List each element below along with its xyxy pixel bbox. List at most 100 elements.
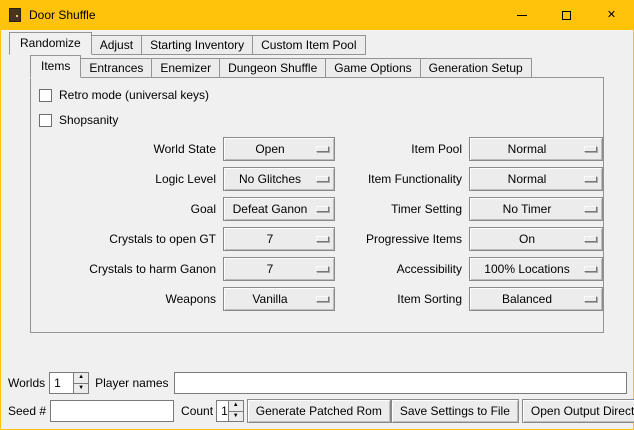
dropdown-indicator	[584, 176, 597, 182]
retro-mode-checkbox[interactable]	[39, 89, 52, 102]
minimize-icon	[517, 15, 527, 16]
world-state-dropdown[interactable]: Open	[223, 137, 335, 161]
dropdown-indicator	[584, 296, 597, 302]
weapons-dropdown[interactable]: Vanilla	[223, 287, 335, 311]
save-settings-button[interactable]: Save Settings to File	[391, 399, 519, 423]
logic-level-value: No Glitches	[224, 172, 316, 186]
item-functionality-label: Item Functionality	[342, 172, 462, 186]
item-sorting-value: Balanced	[470, 292, 584, 306]
accessibility-dropdown[interactable]: 100% Locations	[469, 257, 603, 281]
shopsanity-checkbox[interactable]	[39, 114, 52, 127]
dropdown-indicator	[584, 206, 597, 212]
crystals-harm-ganon-dropdown[interactable]: 7	[223, 257, 335, 281]
player-names-label: Player names	[95, 376, 168, 390]
titlebar[interactable]: Door Shuffle ✕	[0, 0, 634, 30]
item-sorting-dropdown[interactable]: Balanced	[469, 287, 603, 311]
tab-game-options[interactable]: Game Options	[325, 58, 420, 78]
accessibility-label: Accessibility	[342, 262, 462, 276]
close-button[interactable]: ✕	[589, 0, 634, 30]
dropdown-indicator	[584, 266, 597, 272]
seed-input[interactable]	[50, 400, 174, 422]
door-knob-icon	[16, 15, 18, 17]
close-icon: ✕	[607, 10, 616, 21]
crystals-harm-ganon-value: 7	[224, 262, 316, 276]
tab-randomize[interactable]: Randomize	[9, 32, 92, 55]
timer-setting-dropdown[interactable]: No Timer	[469, 197, 603, 221]
tab-starting-inventory[interactable]: Starting Inventory	[141, 35, 253, 55]
dropdown-indicator	[316, 236, 329, 242]
tab-dungeon-shuffle[interactable]: Dungeon Shuffle	[219, 58, 326, 78]
item-sorting-label: Item Sorting	[342, 292, 462, 306]
generate-patched-rom-button[interactable]: Generate Patched Rom	[247, 399, 391, 423]
items-panel: Retro mode (universal keys) Shopsanity W…	[30, 77, 604, 333]
weapons-label: Weapons	[39, 292, 216, 306]
item-functionality-dropdown[interactable]: Normal	[469, 167, 603, 191]
item-pool-value: Normal	[470, 142, 584, 156]
spin-up-icon[interactable]: ▲	[74, 373, 88, 383]
worlds-spin-buttons: ▲ ▼	[73, 373, 88, 393]
dropdown-indicator	[316, 266, 329, 272]
item-functionality-value: Normal	[470, 172, 584, 186]
options-grid: World State Open Item Pool Normal Logic …	[39, 137, 603, 311]
logic-level-label: Logic Level	[39, 172, 216, 186]
dropdown-indicator	[316, 176, 329, 182]
accessibility-value: 100% Locations	[470, 262, 584, 276]
crystals-open-gt-dropdown[interactable]: 7	[223, 227, 335, 251]
window-content: Randomize Adjust Starting Inventory Cust…	[1, 30, 633, 429]
spin-up-icon[interactable]: ▲	[229, 401, 243, 411]
goal-dropdown[interactable]: Defeat Ganon	[223, 197, 335, 221]
crystals-open-gt-label: Crystals to open GT	[39, 232, 216, 246]
progressive-items-label: Progressive Items	[342, 232, 462, 246]
worlds-row: Worlds 1 ▲ ▼ Player names	[8, 371, 627, 395]
maximize-button[interactable]	[544, 0, 589, 30]
item-pool-dropdown[interactable]: Normal	[469, 137, 603, 161]
app-icon	[9, 8, 21, 22]
spin-down-icon[interactable]: ▼	[229, 411, 243, 422]
player-names-input[interactable]	[174, 372, 628, 394]
world-state-label: World State	[39, 142, 216, 156]
worlds-label: Worlds	[8, 376, 45, 390]
secondary-tabs: Items Entrances Enemizer Dungeon Shuffle…	[30, 56, 532, 78]
minimize-button[interactable]	[499, 0, 544, 30]
weapons-value: Vanilla	[224, 292, 316, 306]
shopsanity-row: Shopsanity	[39, 110, 603, 130]
timer-setting-value: No Timer	[470, 202, 584, 216]
window: Door Shuffle ✕ Randomize Adjust Starting…	[0, 0, 634, 430]
shopsanity-label: Shopsanity	[59, 113, 118, 127]
dropdown-indicator	[316, 206, 329, 212]
retro-mode-label: Retro mode (universal keys)	[59, 88, 209, 102]
primary-tabs: Randomize Adjust Starting Inventory Cust…	[9, 33, 366, 55]
window-controls: ✕	[499, 0, 634, 30]
progressive-items-value: On	[470, 232, 584, 246]
worlds-spinbox[interactable]: 1 ▲ ▼	[49, 372, 89, 394]
tab-adjust[interactable]: Adjust	[91, 35, 142, 55]
dropdown-indicator	[316, 146, 329, 152]
dropdown-indicator	[584, 236, 597, 242]
goal-value: Defeat Ganon	[224, 202, 316, 216]
count-spin-buttons: ▲ ▼	[228, 401, 243, 421]
logic-level-dropdown[interactable]: No Glitches	[223, 167, 335, 191]
crystals-harm-ganon-label: Crystals to harm Ganon	[39, 262, 216, 276]
item-pool-label: Item Pool	[342, 142, 462, 156]
timer-setting-label: Timer Setting	[342, 202, 462, 216]
count-value: 1	[217, 401, 228, 421]
tab-items[interactable]: Items	[30, 55, 81, 78]
tab-enemizer[interactable]: Enemizer	[151, 58, 220, 78]
window-title: Door Shuffle	[29, 8, 96, 22]
count-label: Count	[181, 404, 213, 418]
crystals-open-gt-value: 7	[224, 232, 316, 246]
open-output-directory-button[interactable]: Open Output Directory	[522, 399, 634, 423]
tab-custom-item-pool[interactable]: Custom Item Pool	[252, 35, 365, 55]
maximize-icon	[562, 11, 571, 20]
tab-generation-setup[interactable]: Generation Setup	[420, 58, 532, 78]
tab-entrances[interactable]: Entrances	[80, 58, 152, 78]
dropdown-indicator	[584, 146, 597, 152]
generate-row: Seed # Count 1 ▲ ▼ Generate Patched Rom …	[8, 399, 627, 423]
retro-mode-row: Retro mode (universal keys)	[39, 85, 603, 105]
worlds-value: 1	[50, 373, 73, 393]
goal-label: Goal	[39, 202, 216, 216]
count-spinbox[interactable]: 1 ▲ ▼	[216, 400, 244, 422]
progressive-items-dropdown[interactable]: On	[469, 227, 603, 251]
dropdown-indicator	[316, 296, 329, 302]
spin-down-icon[interactable]: ▼	[74, 383, 88, 394]
